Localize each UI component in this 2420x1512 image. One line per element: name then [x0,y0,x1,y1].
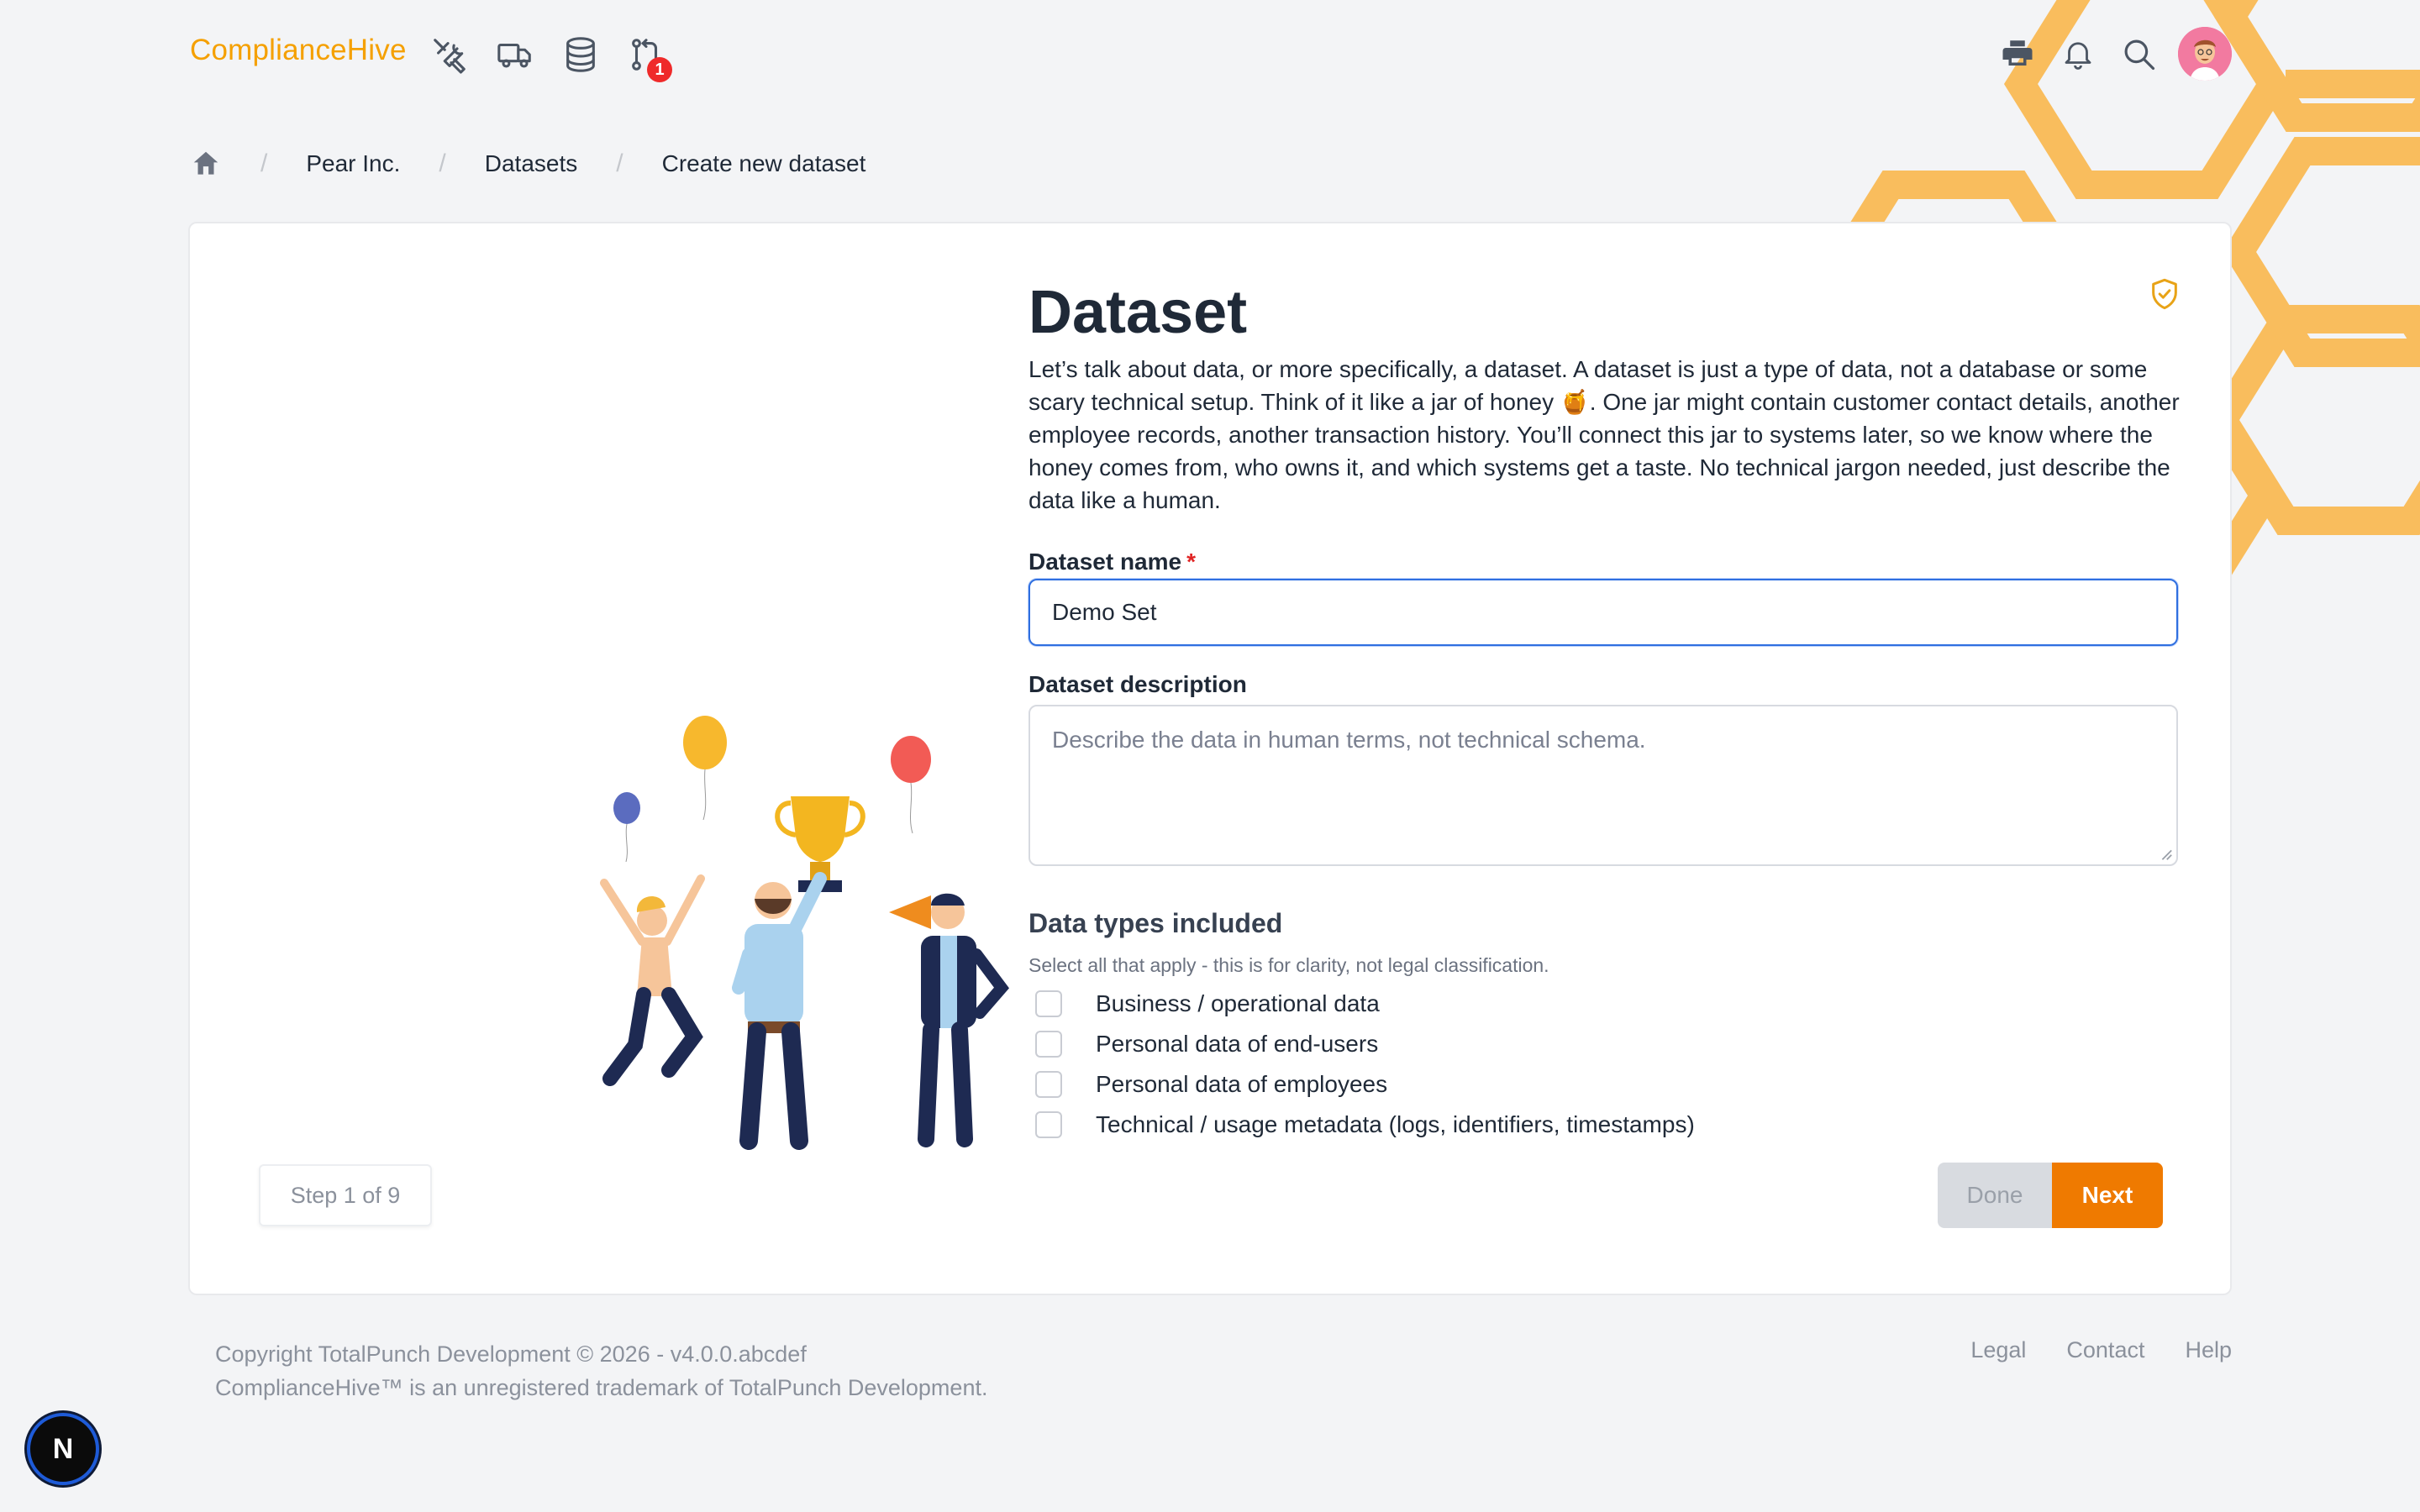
footer-link-help[interactable]: Help [2185,1337,2232,1363]
avatar[interactable] [2178,27,2232,81]
footer-link-contact[interactable]: Contact [2066,1337,2144,1363]
dataset-name-label-text: Dataset name [1028,549,1182,575]
checkbox-label: Personal data of end-users [1096,1031,1379,1057]
checkbox[interactable] [1035,1111,1062,1138]
copyright-text: Copyright TotalPunch Development © 2026 … [215,1341,807,1367]
dataset-name-input[interactable]: Demo Set [1028,579,2178,646]
data-types-title: Data types included [1028,908,1283,938]
checkbox-label: Technical / usage metadata (logs, identi… [1096,1111,1695,1137]
dataset-wizard-card: Dataset Let’s talk about data, or more s… [188,222,2232,1295]
page-title: Dataset [1028,279,1248,346]
printer-icon[interactable] [1996,33,2039,75]
checkbox-label: Personal data of employees [1096,1071,1388,1097]
breadcrumb-separator: / [616,150,623,177]
breadcrumb-item-datasets[interactable]: Datasets [485,150,578,177]
dataset-name-label: Dataset name * [1028,549,2180,575]
breadcrumb-item-current: Create new dataset [661,150,866,176]
checkbox-label: Business / operational data [1096,990,1380,1016]
app-logo[interactable]: ComplianceHive [190,34,407,67]
done-button[interactable]: Done [1938,1163,2052,1228]
wizard-actions: Done Next [1938,1163,2163,1228]
dataset-description-placeholder: Describe the data in human terms, not te… [1052,727,1646,753]
top-bar: ComplianceHive 1 [0,0,2420,109]
step-indicator: Step 1 of 9 [259,1164,432,1226]
trademark-text: ComplianceHive™ is an unregistered trade… [215,1375,988,1400]
footer-link-legal[interactable]: Legal [1970,1337,2026,1363]
celebration-illustration [600,716,1009,1150]
data-types-list: Business / operational data Personal dat… [1028,984,2180,1145]
intro-text: Let’s talk about data, or more specifica… [1028,356,2180,513]
data-type-employees[interactable]: Personal data of employees [1028,1064,2180,1105]
search-icon[interactable] [2118,33,2160,75]
resize-handle-icon[interactable] [2158,846,2173,861]
checkbox[interactable] [1035,1071,1062,1098]
data-type-end-users[interactable]: Personal data of end-users [1028,1024,2180,1064]
breadcrumb-separator: / [260,150,268,177]
tools-icon[interactable] [429,34,471,76]
checkbox[interactable] [1035,990,1062,1017]
git-pull-request-icon[interactable]: 1 [625,34,672,82]
main-nav: 1 [429,34,672,82]
bell-icon[interactable] [2057,33,2099,75]
notification-badge: 1 [647,57,672,82]
header-actions [1996,27,2232,81]
data-type-metadata[interactable]: Technical / usage metadata (logs, identi… [1028,1105,2180,1145]
required-mark: * [1186,549,1196,575]
home-icon[interactable] [190,148,222,180]
database-icon[interactable] [560,34,602,76]
data-type-business[interactable]: Business / operational data [1028,984,2180,1024]
breadcrumb-separator: / [439,150,446,177]
next-button[interactable]: Next [2052,1163,2163,1228]
footer-copyright: Copyright TotalPunch Development © 2026 … [215,1337,987,1404]
dev-tools-badge[interactable]: N [27,1413,99,1485]
breadcrumb-item-company[interactable]: Pear Inc. [306,150,400,177]
checkbox[interactable] [1035,1031,1062,1058]
footer-links: Legal Contact Help [1970,1337,2232,1363]
dataset-description-label: Dataset description [1028,671,1247,697]
dataset-form: Dataset Let’s talk about data, or more s… [1028,282,2180,1145]
data-types-hint: Select all that apply - this is for clar… [1028,954,1549,976]
dataset-description-textarea[interactable]: Describe the data in human terms, not te… [1028,705,2178,866]
breadcrumb: / Pear Inc. / Datasets / Create new data… [190,148,865,180]
truck-icon[interactable] [494,34,536,76]
